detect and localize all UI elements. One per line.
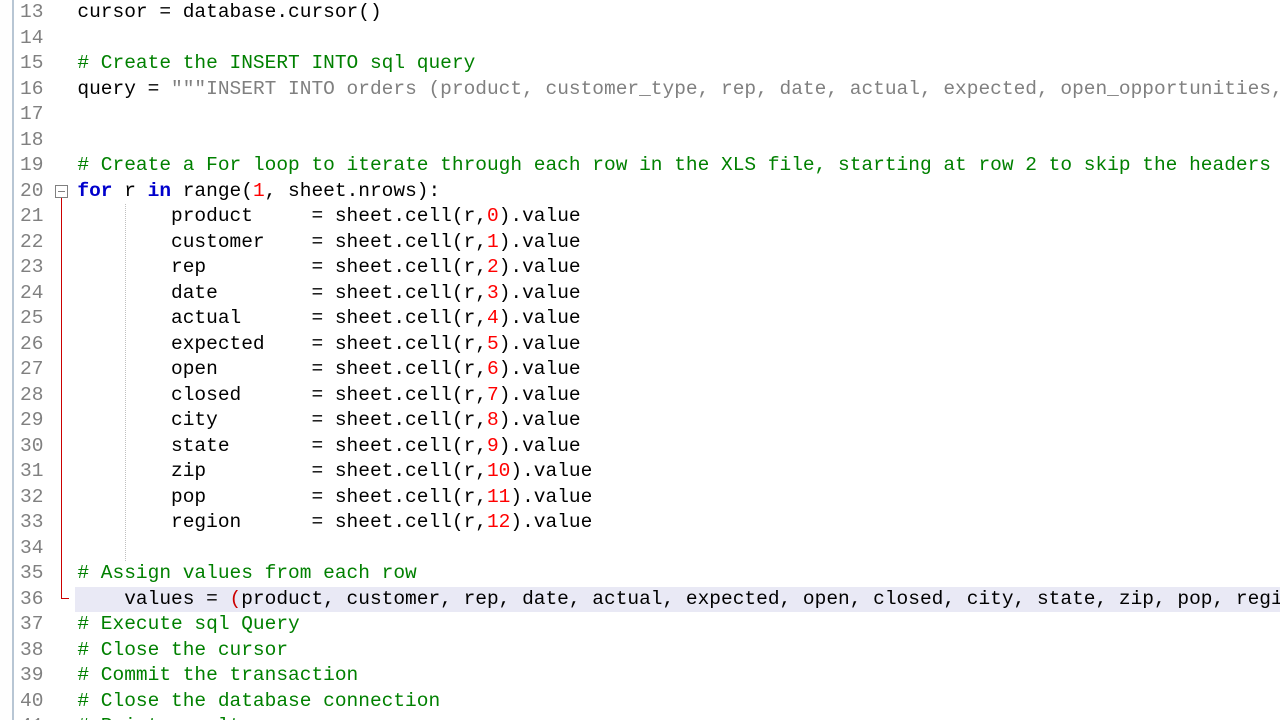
line-number: 17 xyxy=(20,102,43,128)
margin-stripe xyxy=(0,0,14,720)
line-number-gutter: 1314151617181920212223242526272829303132… xyxy=(14,0,53,720)
code-line[interactable]: # Print results xyxy=(75,714,1280,720)
line-number: 41 xyxy=(20,714,43,720)
code-line[interactable]: region = sheet.cell(r,12).value xyxy=(75,510,1280,536)
fold-toggle-icon[interactable] xyxy=(55,185,68,198)
line-number: 30 xyxy=(20,434,43,460)
code-line[interactable]: customer = sheet.cell(r,1).value xyxy=(75,230,1280,256)
code-line[interactable]: city = sheet.cell(r,8).value xyxy=(75,408,1280,434)
code-line[interactable] xyxy=(75,128,1280,154)
line-number: 26 xyxy=(20,332,43,358)
code-line[interactable]: # Execute sql Query xyxy=(75,612,1280,638)
line-number: 16 xyxy=(20,77,43,103)
code-line[interactable]: # Create a For loop to iterate through e… xyxy=(75,153,1280,179)
code-line[interactable] xyxy=(75,26,1280,52)
fold-end-marker xyxy=(61,598,69,599)
line-number: 21 xyxy=(20,204,43,230)
code-line[interactable]: zip = sheet.cell(r,10).value xyxy=(75,459,1280,485)
fold-column[interactable] xyxy=(53,0,75,720)
line-number: 35 xyxy=(20,561,43,587)
code-line[interactable]: for r in range(1, sheet.nrows): xyxy=(75,179,1280,205)
line-number: 20 xyxy=(20,179,43,205)
code-line[interactable]: # Commit the transaction xyxy=(75,663,1280,689)
line-number: 31 xyxy=(20,459,43,485)
code-line[interactable]: query = """INSERT INTO orders (product, … xyxy=(75,77,1280,103)
line-number: 39 xyxy=(20,663,43,689)
line-number: 18 xyxy=(20,128,43,154)
code-line[interactable]: # Close the database connection xyxy=(75,689,1280,715)
code-line[interactable]: open = sheet.cell(r,6).value xyxy=(75,357,1280,383)
line-number: 38 xyxy=(20,638,43,664)
code-line[interactable]: cursor = database.cursor() xyxy=(75,0,1280,26)
line-number: 28 xyxy=(20,383,43,409)
code-line[interactable]: product = sheet.cell(r,0).value xyxy=(75,204,1280,230)
line-number: 22 xyxy=(20,230,43,256)
code-line[interactable]: values = (product, customer, rep, date, … xyxy=(75,587,1280,613)
line-number: 25 xyxy=(20,306,43,332)
code-line[interactable]: actual = sheet.cell(r,4).value xyxy=(75,306,1280,332)
code-line[interactable]: rep = sheet.cell(r,2).value xyxy=(75,255,1280,281)
line-number: 36 xyxy=(20,587,43,613)
line-number: 23 xyxy=(20,255,43,281)
line-number: 32 xyxy=(20,485,43,511)
code-line[interactable]: # Close the cursor xyxy=(75,638,1280,664)
code-line[interactable] xyxy=(75,536,1280,562)
code-line[interactable]: date = sheet.cell(r,3).value xyxy=(75,281,1280,307)
code-line[interactable]: # Create the INSERT INTO sql query xyxy=(75,51,1280,77)
code-editor[interactable]: 1314151617181920212223242526272829303132… xyxy=(0,0,1280,720)
indent-guide xyxy=(125,204,126,561)
code-line[interactable]: closed = sheet.cell(r,7).value xyxy=(75,383,1280,409)
line-number: 13 xyxy=(20,0,43,26)
line-number: 19 xyxy=(20,153,43,179)
line-number: 24 xyxy=(20,281,43,307)
line-number: 34 xyxy=(20,536,43,562)
line-number: 27 xyxy=(20,357,43,383)
code-line[interactable]: # Assign values from each row xyxy=(75,561,1280,587)
code-line[interactable]: pop = sheet.cell(r,11).value xyxy=(75,485,1280,511)
fold-guide-line xyxy=(61,198,62,598)
line-number: 40 xyxy=(20,689,43,715)
line-number: 14 xyxy=(20,26,43,52)
code-line[interactable]: expected = sheet.cell(r,5).value xyxy=(75,332,1280,358)
line-number: 33 xyxy=(20,510,43,536)
line-number: 15 xyxy=(20,51,43,77)
code-line[interactable] xyxy=(75,102,1280,128)
line-number: 37 xyxy=(20,612,43,638)
code-line[interactable]: state = sheet.cell(r,9).value xyxy=(75,434,1280,460)
code-area[interactable]: cursor = database.cursor() # Create the I… xyxy=(75,0,1280,720)
line-number: 29 xyxy=(20,408,43,434)
